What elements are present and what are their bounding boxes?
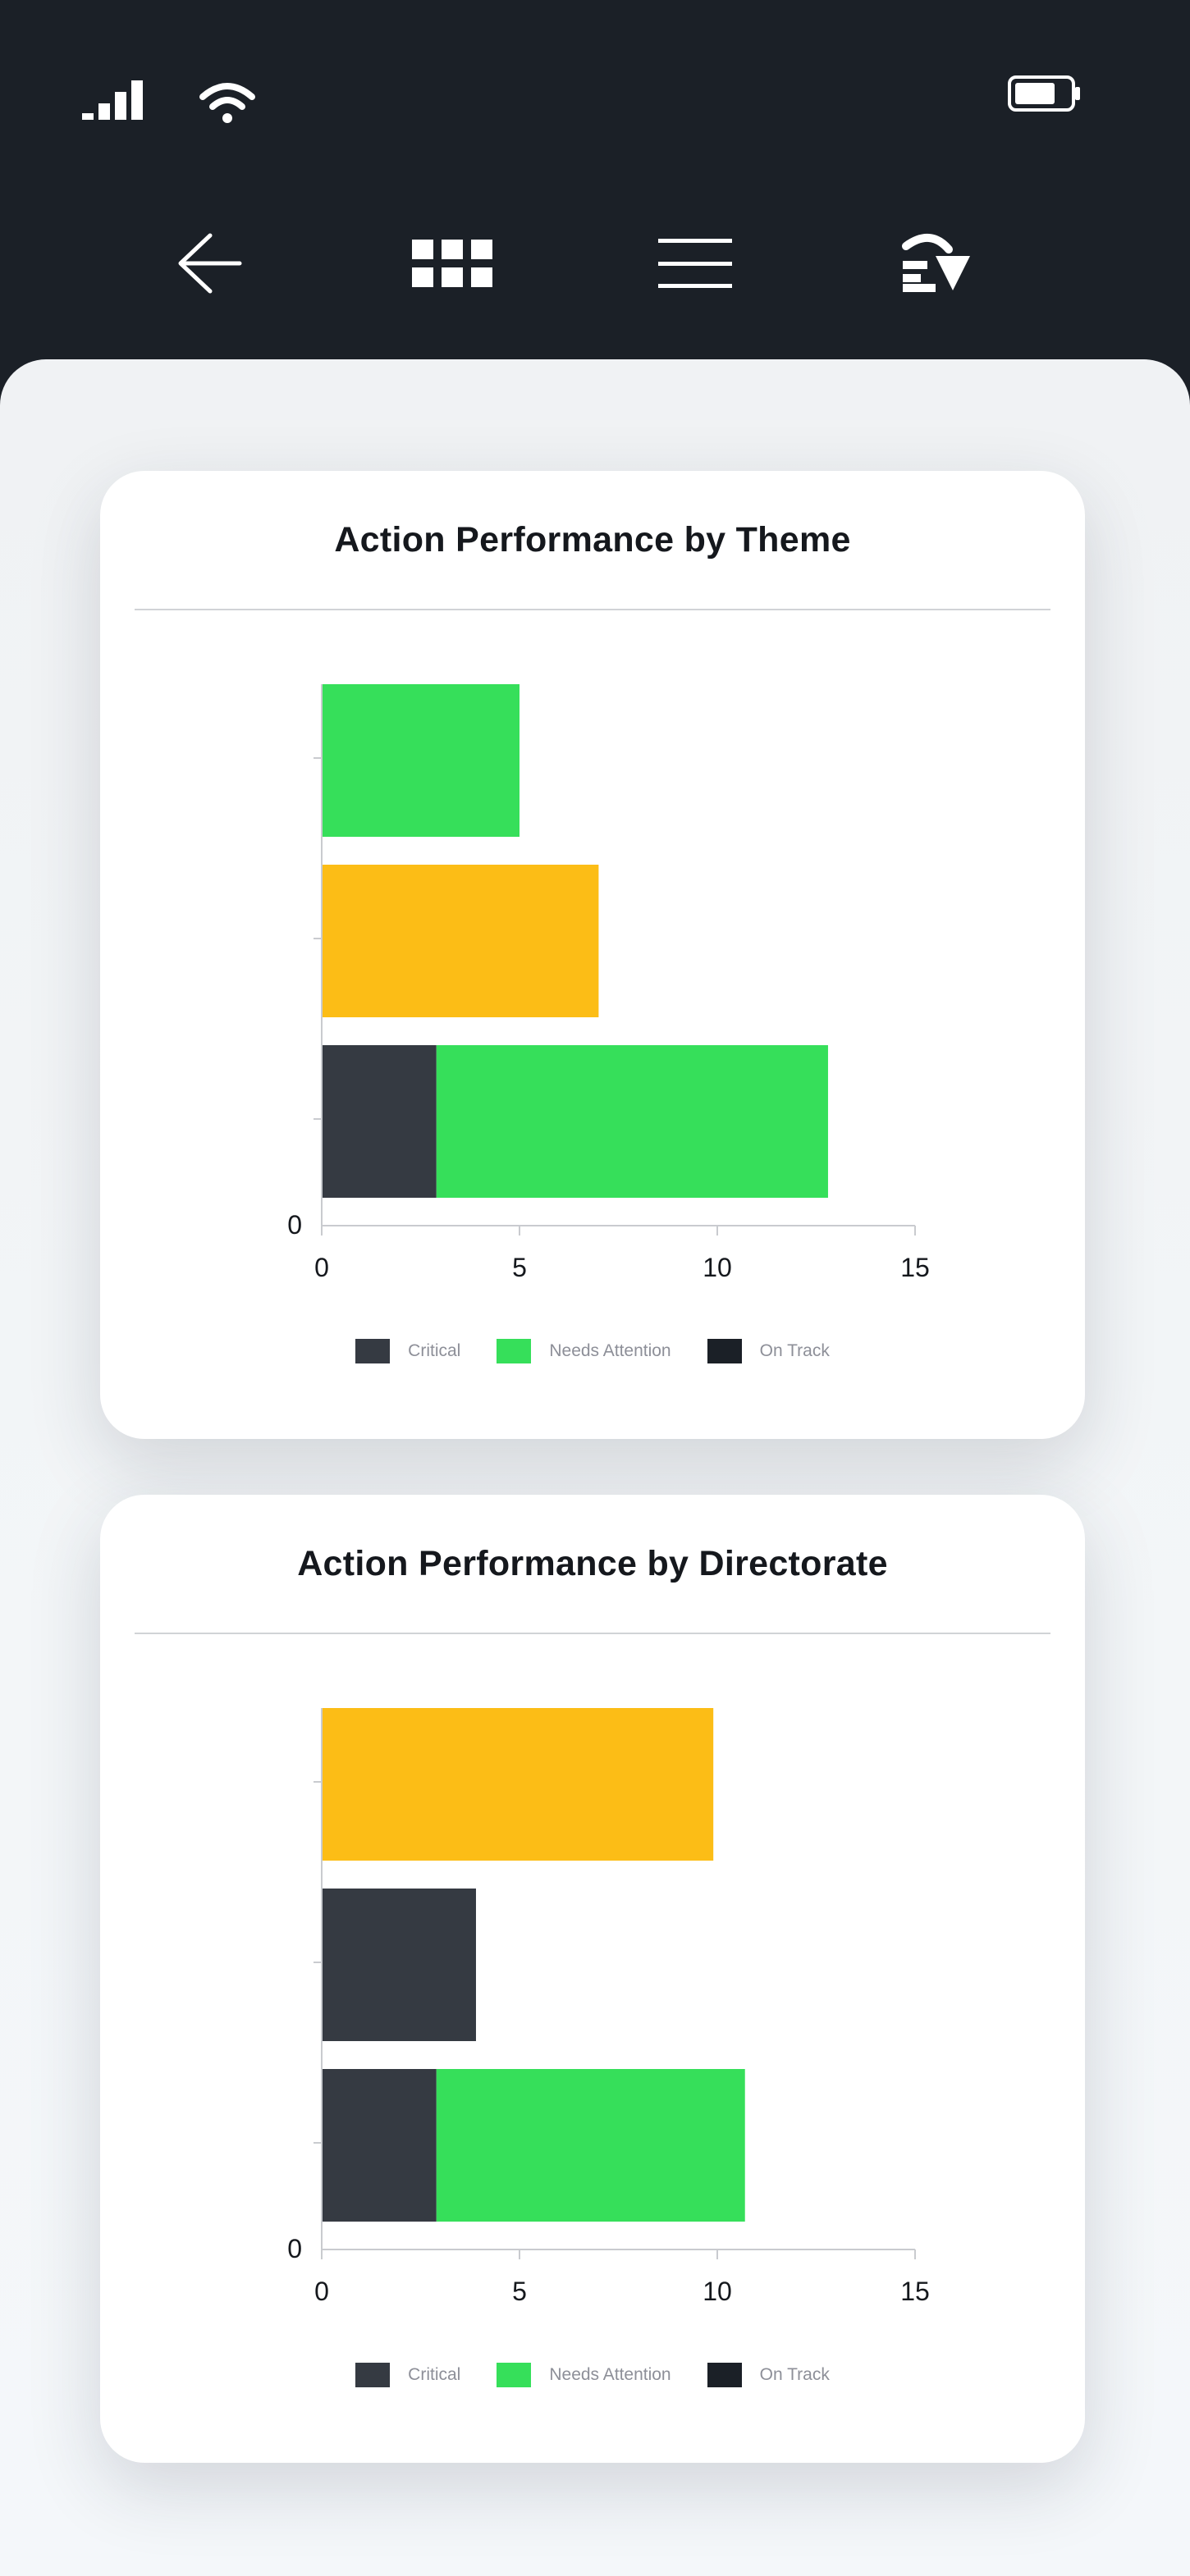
bar-3-segment-2 [436,1045,828,1198]
legend-swatch-needs-attention [497,2363,532,2387]
legend-label: Critical [408,1341,461,1360]
x-tick-label: 10 [703,1253,732,1282]
wifi-icon [199,83,255,123]
legend-label: Needs Attention [549,1341,671,1360]
legend-item-critical: Critical [355,1339,460,1363]
chart-legend: Critical Needs Attention On Track [100,2363,1085,2387]
directorate-chart-card: Action Performance by Directorate 0 0 5 10 1… [100,1495,1085,2463]
legend-item-on-track: On Track [707,2363,830,2387]
bar-2-segment-1 [322,865,599,1017]
y-tick-label: 0 [287,1210,302,1240]
x-tick-label: 15 [900,1253,930,1282]
content-area: Action Performance by Theme 0 0 5 10 15 Crit… [0,359,1190,2576]
legend-item-needs-attention: Needs Attention [497,2363,671,2387]
x-tick-label: 0 [314,1253,329,1282]
export-download-icon[interactable] [901,231,972,294]
legend-item-on-track: On Track [707,1339,830,1363]
y-tick-label: 0 [287,2234,302,2263]
grid-icon[interactable] [412,240,492,287]
legend-label: On Track [759,2365,830,2384]
theme-bar-chart: 00 5 10 15 [287,684,930,1282]
theme-chart-card: Action Performance by Theme 0 0 5 10 15 Crit… [100,471,1085,1439]
bar-1-segment-1 [322,684,519,837]
x-tick-label: 5 [512,2277,527,2306]
x-tick-label: 15 [900,2277,930,2306]
top-bar [0,0,1190,361]
arrow-left-icon[interactable] [177,232,243,295]
battery-icon [1008,75,1080,112]
bar-3-segment-2 [436,2069,745,2222]
directorate-bar-chart: 00 5 10 15 [287,1708,930,2306]
legend-label: Critical [408,2365,461,2384]
x-tick-label: 10 [703,2277,732,2306]
legend-item-needs-attention: Needs Attention [497,1339,671,1363]
bar-2-segment-1 [322,1889,476,2041]
legend-label: Needs Attention [549,2365,671,2384]
legend-item-critical: Critical [355,2363,460,2387]
bar-3-segment-1 [322,1045,437,1198]
chart-legend: Critical Needs Attention On Track [100,1339,1085,1363]
x-tick-label: 5 [512,1253,527,1282]
legend-swatch-needs-attention [497,1339,532,1363]
legend-swatch-critical [355,2363,391,2387]
cellular-signal-icon [82,80,143,120]
hamburger-menu-icon[interactable] [658,238,732,289]
legend-label: On Track [759,1341,830,1360]
x-tick-label: 0 [314,2277,329,2306]
bar-3-segment-1 [322,2069,437,2222]
legend-swatch-on-track [707,1339,742,1363]
bar-1-segment-1 [322,1708,714,1861]
legend-swatch-on-track [707,2363,742,2387]
legend-swatch-critical [355,1339,391,1363]
